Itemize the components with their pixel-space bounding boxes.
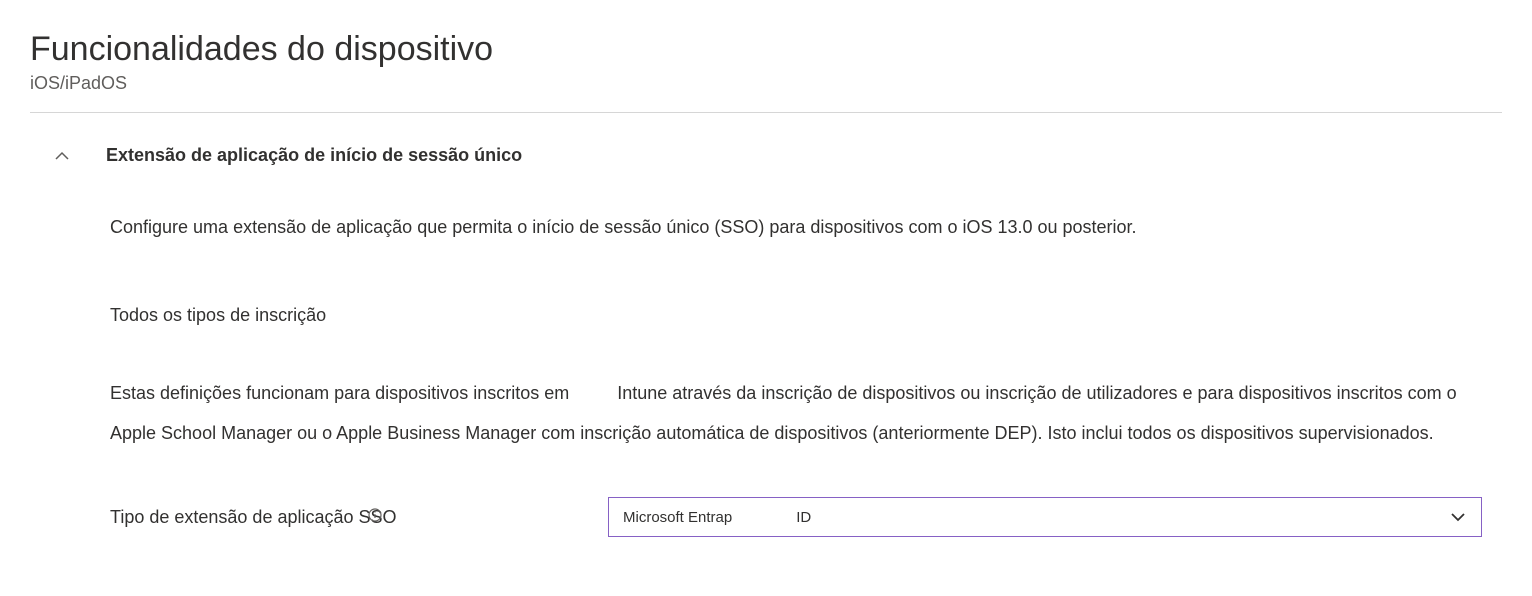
subsection-description-part1: Estas definições funcionam para disposit… <box>110 383 569 403</box>
form-label-wrap: Tipo de extensão de aplicação SSO <box>110 507 608 528</box>
page-title: Funcionalidades do dispositivo <box>30 30 1502 69</box>
subsection-description: Estas definições funcionam para disposit… <box>110 374 1482 453</box>
chevron-down-icon <box>1449 508 1467 526</box>
section-header[interactable]: Extensão de aplicação de início de sessã… <box>30 145 1502 166</box>
sso-type-value: Microsoft EntrapID <box>623 509 811 526</box>
chevron-up-icon <box>54 148 70 164</box>
info-icon[interactable] <box>367 507 383 523</box>
form-row-sso-type: Tipo de extensão de aplicação SSO Micros… <box>110 497 1482 537</box>
sso-type-dropdown[interactable]: Microsoft EntrapID <box>608 497 1482 537</box>
divider <box>30 112 1502 113</box>
section-title: Extensão de aplicação de início de sessã… <box>106 145 522 166</box>
page-subtitle: iOS/iPadOS <box>30 73 1502 94</box>
section-content: Configure uma extensão de aplicação que … <box>30 214 1502 537</box>
subsection-title: Todos os tipos de inscrição <box>110 305 1482 326</box>
section-description: Configure uma extensão de aplicação que … <box>110 214 1482 241</box>
sso-type-label: Tipo de extensão de aplicação SSO <box>110 507 397 528</box>
